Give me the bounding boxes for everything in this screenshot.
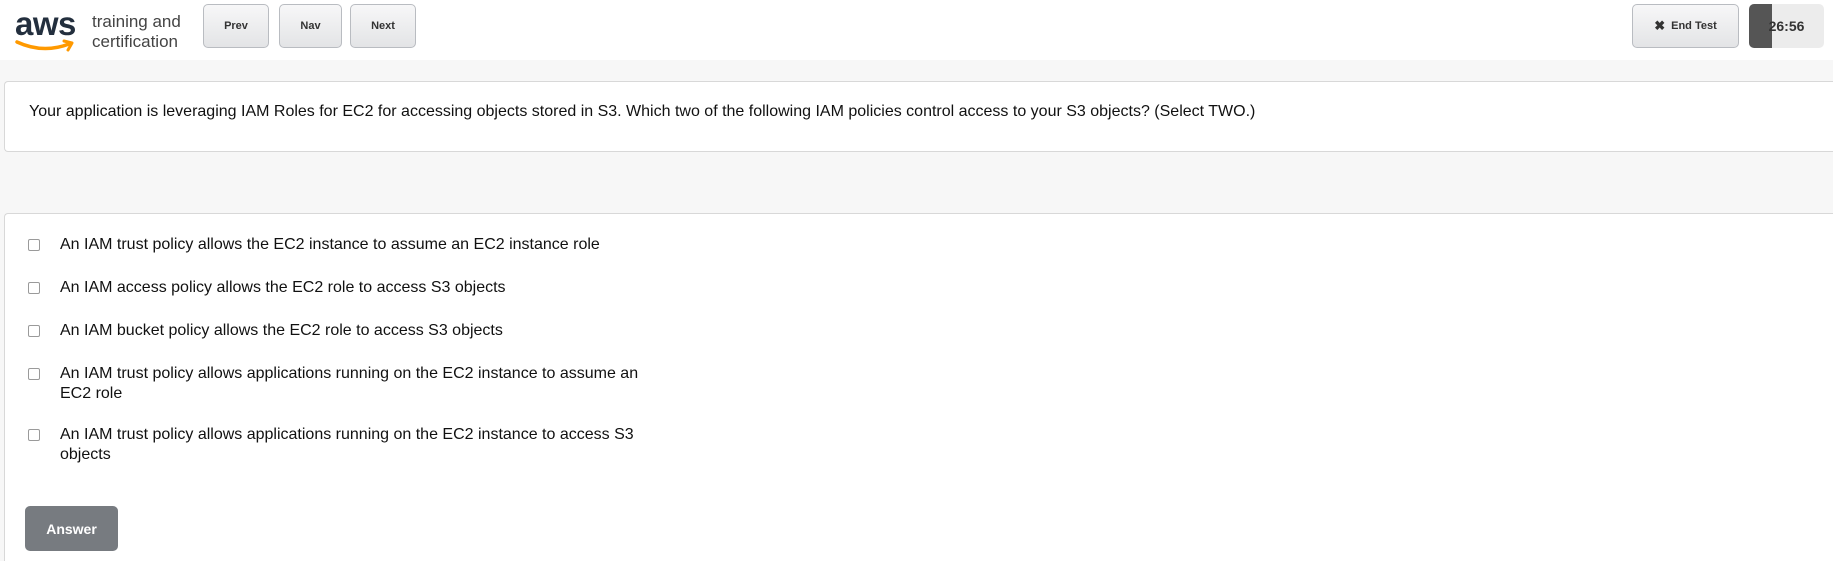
logo-line-1: training and [92,12,181,31]
logo-subtitle: training and certification [92,12,181,52]
top-bar: aws training and certification Prev Nav … [0,0,1833,60]
answer-button[interactable]: Answer [25,506,118,551]
option-label[interactable]: An IAM trust policy allows applications … [60,364,640,404]
option-checkbox[interactable] [28,368,40,380]
countdown-timer: 26:56 [1749,4,1824,48]
option-checkbox[interactable] [28,282,40,294]
prev-button[interactable]: Prev [203,4,269,48]
nav-button[interactable]: Nav [279,4,342,48]
aws-smile-icon [15,39,74,52]
option-label[interactable]: An IAM bucket policy allows the EC2 role… [60,321,640,341]
aws-logo-wordmark: aws [15,5,76,42]
option-checkbox[interactable] [28,429,40,441]
next-button[interactable]: Next [350,4,416,48]
question-card: Your application is leveraging IAM Roles… [4,81,1833,152]
option-label[interactable]: An IAM trust policy allows the EC2 insta… [60,235,640,255]
logo-line-2: certification [92,32,178,51]
question-text: Your application is leveraging IAM Roles… [29,103,1256,120]
timer-value: 26:56 [1768,18,1805,34]
end-test-label: End Test [1671,20,1717,32]
option-checkbox[interactable] [28,239,40,251]
close-icon: ✖ [1654,18,1666,33]
option-label[interactable]: An IAM trust policy allows applications … [60,425,640,465]
aws-training-logo: aws training and certification [15,5,185,54]
end-test-button[interactable]: ✖ End Test [1632,4,1739,48]
answers-card: An IAM trust policy allows the EC2 insta… [4,213,1833,561]
option-checkbox[interactable] [28,325,40,337]
option-label[interactable]: An IAM access policy allows the EC2 role… [60,278,640,298]
